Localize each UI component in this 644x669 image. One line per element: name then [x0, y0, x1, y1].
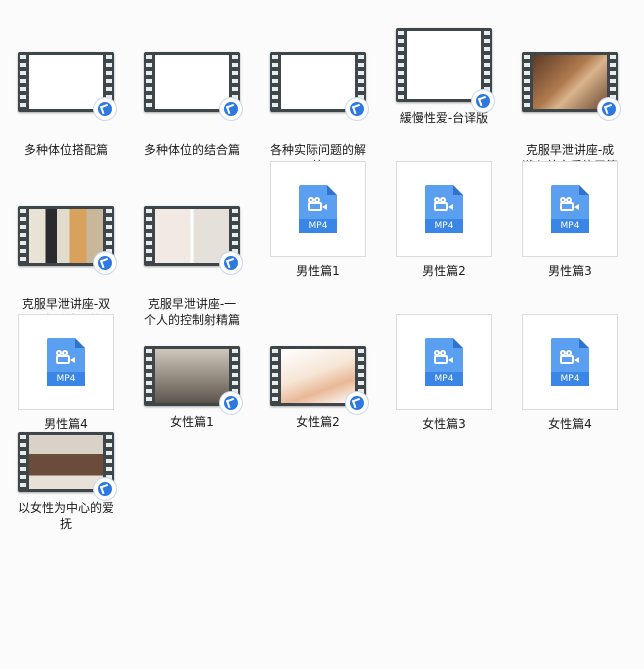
- mp4-file-icon: MP4: [522, 161, 618, 257]
- file-item[interactable]: 緩慢性爱-台译版: [392, 28, 496, 126]
- shortcut-arrow-icon: [220, 98, 242, 120]
- video-camera-icon: [434, 350, 454, 364]
- video-camera-icon: [560, 197, 580, 211]
- file-item[interactable]: MP4 男性篇2: [392, 161, 496, 279]
- file-item[interactable]: MP4 女性篇4: [518, 314, 622, 432]
- file-item[interactable]: 克服早泄讲座-双人实质练习篇: [14, 194, 118, 328]
- file-label: 女性篇1: [170, 415, 214, 429]
- video-thumbnail: [522, 40, 620, 136]
- video-thumbnail: [144, 40, 242, 136]
- shortcut-arrow-icon: [220, 252, 242, 274]
- video-camera-icon: [56, 350, 76, 364]
- shortcut-arrow-icon: [346, 392, 368, 414]
- video-thumbnail: [396, 28, 494, 124]
- video-thumbnail: [18, 432, 116, 500]
- file-label: 以女性为中心的爱抚: [17, 501, 114, 531]
- video-thumbnail: [270, 40, 368, 136]
- mp4-file-icon: MP4: [396, 314, 492, 410]
- shortcut-arrow-icon: [94, 478, 116, 500]
- file-label: 男性篇2: [422, 264, 466, 278]
- file-item[interactable]: 各种实际问题的解答: [266, 40, 370, 174]
- file-extension-badge: MP4: [425, 219, 463, 233]
- video-thumbnail: [18, 40, 116, 136]
- file-item[interactable]: MP4 女性篇3: [392, 314, 496, 432]
- file-label: 克服早泄讲座-一个人的控制射精篇: [143, 297, 240, 327]
- file-label: 女性篇4: [548, 417, 592, 431]
- file-item[interactable]: 克服早泄讲座-一个人的控制射精篇: [140, 194, 244, 328]
- file-extension-badge: MP4: [47, 372, 85, 386]
- shortcut-arrow-icon: [472, 90, 494, 112]
- video-thumbnail: [144, 194, 242, 290]
- video-camera-icon: [560, 350, 580, 364]
- file-item[interactable]: 女性篇1: [140, 346, 244, 430]
- mp4-file-icon: MP4: [18, 314, 114, 410]
- file-grid: 多种体位搭配篇 多种体位的结合篇 各种实际问题的解答 緩慢性爱-台译版 克服早泄…: [0, 0, 644, 669]
- file-label: 多种体位的结合篇: [143, 143, 240, 157]
- file-item[interactable]: 克服早泄讲座-成濑心美实质练习篇: [518, 40, 622, 174]
- video-camera-icon: [434, 197, 454, 211]
- file-label: 男性篇3: [548, 264, 592, 278]
- video-thumbnail: [144, 346, 242, 414]
- file-label: 男性篇4: [44, 417, 88, 431]
- video-thumbnail: [18, 194, 116, 290]
- file-item[interactable]: 多种体位搭配篇: [14, 40, 118, 158]
- file-label: 多种体位搭配篇: [23, 143, 108, 157]
- file-label: 女性篇3: [422, 417, 466, 431]
- mp4-file-icon: MP4: [522, 314, 618, 410]
- file-item[interactable]: MP4 男性篇3: [518, 161, 622, 279]
- file-item[interactable]: 女性篇2: [266, 346, 370, 430]
- file-extension-badge: MP4: [425, 372, 463, 386]
- file-extension-badge: MP4: [299, 219, 337, 233]
- file-item[interactable]: MP4 男性篇4: [14, 314, 118, 432]
- shortcut-arrow-icon: [94, 98, 116, 120]
- file-item[interactable]: 多种体位的结合篇: [140, 40, 244, 158]
- shortcut-arrow-icon: [346, 98, 368, 120]
- mp4-file-icon: MP4: [396, 161, 492, 257]
- shortcut-arrow-icon: [598, 98, 620, 120]
- file-item[interactable]: 以女性为中心的爱抚: [14, 432, 118, 532]
- shortcut-arrow-icon: [94, 252, 116, 274]
- file-extension-badge: MP4: [551, 372, 589, 386]
- shortcut-arrow-icon: [220, 392, 242, 414]
- video-camera-icon: [308, 197, 328, 211]
- file-label: 男性篇1: [296, 264, 340, 278]
- video-thumbnail: [270, 346, 368, 414]
- mp4-file-icon: MP4: [270, 161, 366, 257]
- file-item[interactable]: MP4 男性篇1: [266, 161, 370, 279]
- file-label: 女性篇2: [296, 415, 340, 429]
- file-extension-badge: MP4: [551, 219, 589, 233]
